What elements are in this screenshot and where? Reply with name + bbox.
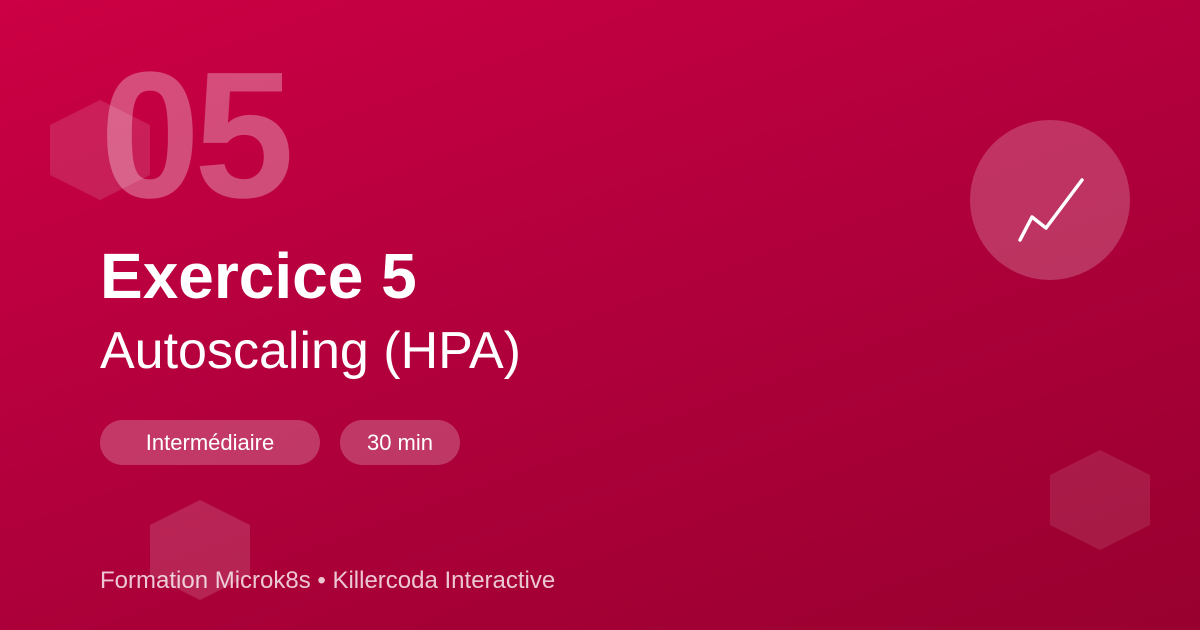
decorative-hexagon bbox=[1050, 450, 1150, 550]
difficulty-badge: Intermédiaire bbox=[100, 420, 320, 465]
exercise-card: 05 Exercice 5 Autoscaling (HPA) Interméd… bbox=[0, 0, 1200, 630]
trending-up-icon bbox=[1018, 178, 1084, 242]
exercise-title: Exercice 5 bbox=[100, 240, 417, 312]
duration-badge: 30 min bbox=[340, 420, 460, 465]
icon-badge bbox=[970, 120, 1130, 280]
footer-credit: Formation Microk8s • Killercoda Interact… bbox=[100, 567, 556, 594]
exercise-number: 05 bbox=[100, 35, 294, 236]
exercise-subtitle: Autoscaling (HPA) bbox=[100, 322, 521, 380]
